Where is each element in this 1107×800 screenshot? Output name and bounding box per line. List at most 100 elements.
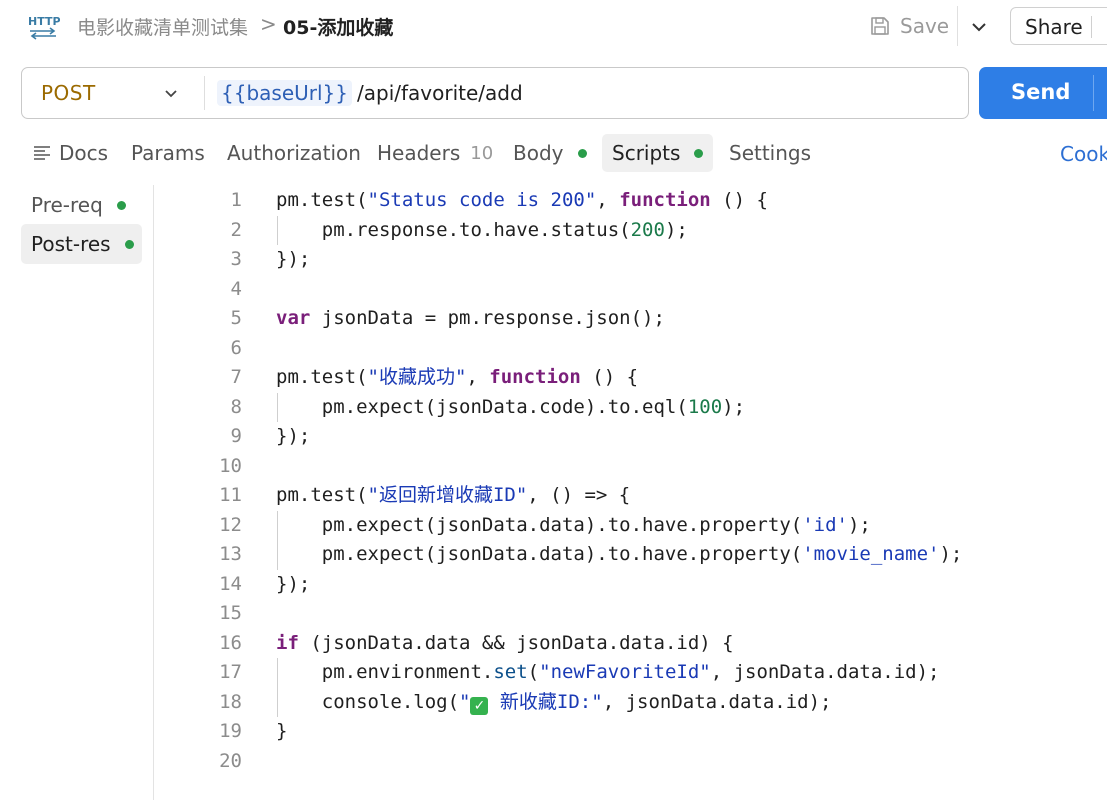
line-number: 5 bbox=[230, 307, 242, 329]
code-token: pm.test( bbox=[276, 366, 368, 388]
code-line[interactable]: 5 var jsonData = pm.response.json(); bbox=[154, 304, 1107, 334]
code-text: pm.expect(jsonData.data).to.have.propert… bbox=[276, 540, 963, 570]
code-token: function bbox=[489, 366, 581, 388]
code-line[interactable]: 17 pm.environment.set("newFavoriteId", j… bbox=[154, 658, 1107, 688]
send-divider bbox=[1093, 75, 1094, 111]
tab-label: Settings bbox=[729, 141, 812, 165]
code-text: pm.expect(jsonData.code).to.eql(100); bbox=[276, 393, 745, 423]
line-number: 3 bbox=[230, 248, 242, 270]
code-token: ); bbox=[722, 395, 746, 418]
code-line[interactable]: 1 pm.test("Status code is 200", function … bbox=[154, 186, 1107, 216]
url-variable[interactable]: {{baseUrl}} bbox=[217, 80, 352, 106]
line-number: 11 bbox=[219, 484, 242, 506]
code-line[interactable]: 10 bbox=[154, 452, 1107, 482]
headers-count-badge: 10 bbox=[470, 142, 494, 164]
script-nav-label: Post-res bbox=[31, 232, 111, 256]
script-nav-post-response[interactable]: Post-res bbox=[21, 224, 142, 264]
cookies-link[interactable]: Cook bbox=[1060, 142, 1107, 166]
method-select[interactable]: POST bbox=[41, 81, 96, 105]
code-token: }); bbox=[276, 425, 311, 447]
code-text: pm.test("返回新增收藏ID", () => { bbox=[276, 481, 630, 511]
code-token: , bbox=[596, 189, 620, 211]
save-button[interactable]: Save bbox=[868, 8, 952, 44]
code-line[interactable]: 4 bbox=[154, 275, 1107, 305]
tab-scripts[interactable]: Scripts bbox=[602, 134, 714, 172]
code-text: if (jsonData.data && jsonData.data.id) { bbox=[276, 629, 734, 659]
code-line[interactable]: 20 bbox=[154, 747, 1107, 777]
code-editor[interactable]: 1 pm.test("Status code is 200", function … bbox=[154, 185, 1107, 800]
svg-text:HTTP: HTTP bbox=[28, 15, 60, 28]
code-line[interactable]: 2 pm.response.to.have.status(200); bbox=[154, 216, 1107, 246]
code-line[interactable]: 16 if (jsonData.data && jsonData.data.id)… bbox=[154, 629, 1107, 659]
share-button[interactable]: Share bbox=[1010, 7, 1107, 45]
code-token: jsonData = pm.response.json(); bbox=[310, 307, 665, 329]
code-line[interactable]: 15 bbox=[154, 599, 1107, 629]
url-input[interactable]: {{baseUrl}} /api/favorite/add bbox=[217, 77, 957, 109]
tab-params[interactable]: Params bbox=[131, 134, 205, 172]
code-text: pm.expect(jsonData.data).to.have.propert… bbox=[276, 511, 871, 541]
http-icon: HTTP bbox=[28, 15, 60, 40]
code-token: "返回新增收藏ID" bbox=[367, 484, 528, 506]
code-token: pm.expect(jsonData.data).to.have.propert… bbox=[276, 543, 803, 565]
code-token: pm.response.to.have.status( bbox=[276, 218, 631, 241]
code-text: pm.environment.set("newFavoriteId", json… bbox=[276, 658, 940, 688]
indent-guide bbox=[277, 658, 278, 688]
code-token: }); bbox=[276, 248, 311, 270]
tab-authorization[interactable]: Authorization bbox=[227, 134, 361, 172]
code-token: ( bbox=[527, 661, 540, 683]
chevron-down-icon[interactable] bbox=[160, 82, 182, 104]
line-number: 19 bbox=[219, 720, 242, 742]
code-line[interactable]: 9}); bbox=[154, 422, 1107, 452]
request-title[interactable]: 05-添加收藏 bbox=[283, 13, 393, 40]
code-line[interactable]: 18 console.log(" ✓ 新收藏ID:", jsonData.data… bbox=[154, 688, 1107, 718]
code-line[interactable]: 12 pm.expect(jsonData.data).to.have.prop… bbox=[154, 511, 1107, 541]
code-line[interactable]: 19} bbox=[154, 717, 1107, 747]
code-token: pm.test( bbox=[276, 484, 368, 506]
code-line[interactable]: 6 bbox=[154, 334, 1107, 364]
tab-label: Params bbox=[131, 141, 205, 165]
code-token: pm.expect(jsonData.code).to.eql( bbox=[276, 395, 688, 418]
tab-label: Headers bbox=[377, 141, 461, 165]
tab-settings[interactable]: Settings bbox=[729, 134, 811, 172]
code-token: pm.environment. bbox=[276, 661, 494, 683]
code-line[interactable]: 7 pm.test("收藏成功", function () { bbox=[154, 363, 1107, 393]
code-token: function bbox=[619, 189, 711, 211]
indent-guide bbox=[277, 540, 278, 570]
line-number: 4 bbox=[230, 277, 242, 300]
code-line[interactable]: 13 pm.expect(jsonData.data).to.have.prop… bbox=[154, 540, 1107, 570]
code-line[interactable]: 3}); bbox=[154, 245, 1107, 275]
line-number: 20 bbox=[219, 749, 242, 772]
line-number: 10 bbox=[219, 454, 242, 477]
save-icon bbox=[871, 17, 889, 35]
tab-body[interactable]: Body bbox=[513, 134, 587, 172]
script-nav-pre-request[interactable]: Pre-req bbox=[21, 185, 142, 225]
code-line[interactable]: 8 pm.expect(jsonData.code).to.eql(100); bbox=[154, 393, 1107, 423]
line-number: 7 bbox=[230, 366, 242, 388]
line-number: 17 bbox=[219, 661, 242, 683]
code-token: pm.expect(jsonData.data).to.have.propert… bbox=[276, 513, 803, 536]
code-token: , jsonData.data.id); bbox=[602, 690, 832, 713]
send-label: Send bbox=[1011, 80, 1071, 104]
code-token: , bbox=[466, 366, 490, 388]
code-token: () { bbox=[580, 366, 639, 388]
line-number: 14 bbox=[219, 572, 242, 595]
code-token: (jsonData.data && jsonData.data.id) { bbox=[298, 631, 734, 654]
chevron-down-icon[interactable] bbox=[966, 14, 992, 40]
tab-headers[interactable]: Headers 10 bbox=[377, 134, 493, 172]
code-token: 'movie_name' bbox=[802, 543, 940, 565]
line-number: 18 bbox=[219, 690, 242, 713]
check-mark-icon: ✓ bbox=[470, 696, 489, 715]
code-line[interactable]: 11 pm.test("返回新增收藏ID", () => { bbox=[154, 481, 1107, 511]
script-nav-label: Pre-req bbox=[31, 193, 103, 217]
tab-docs[interactable]: Docs bbox=[33, 134, 108, 172]
tab-label: Body bbox=[513, 141, 564, 165]
code-token: 100 bbox=[687, 395, 723, 418]
breadcrumb-collection[interactable]: 电影收藏清单测试集 bbox=[77, 13, 248, 40]
tab-label: Authorization bbox=[227, 141, 361, 165]
request-url-bar: POST {{baseUrl}} /api/favorite/add bbox=[21, 67, 969, 119]
send-button[interactable]: Send bbox=[979, 67, 1107, 119]
code-line[interactable]: 14}); bbox=[154, 570, 1107, 600]
code-token: () { bbox=[710, 189, 768, 211]
code-token: "收藏成功" bbox=[367, 366, 467, 388]
line-number: 6 bbox=[230, 336, 242, 359]
